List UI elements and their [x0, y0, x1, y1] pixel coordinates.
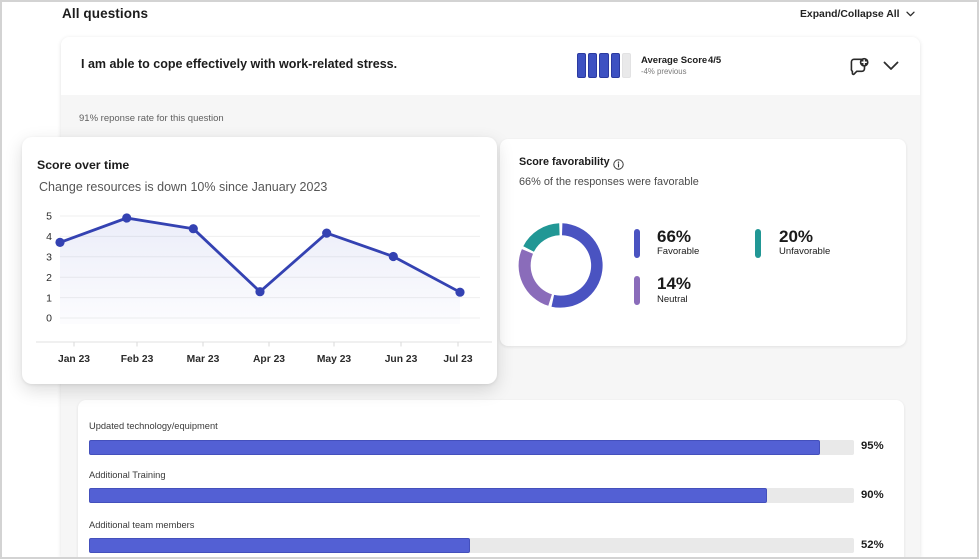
svg-text:Jul 23: Jul 23	[443, 354, 472, 365]
svg-text:4: 4	[46, 231, 52, 243]
svg-text:Jun 23: Jun 23	[385, 354, 418, 365]
svg-text:Mar 23: Mar 23	[187, 354, 220, 365]
svg-text:5: 5	[46, 211, 52, 223]
svg-text:Apr 23: Apr 23	[253, 354, 285, 365]
svg-text:3: 3	[46, 252, 52, 264]
svg-text:May 23: May 23	[317, 354, 352, 365]
svg-text:2: 2	[46, 272, 52, 284]
svg-text:1: 1	[46, 292, 52, 304]
svg-text:Feb 23: Feb 23	[121, 354, 154, 365]
svg-text:0: 0	[46, 313, 52, 325]
svg-text:Jan 23: Jan 23	[58, 354, 90, 365]
